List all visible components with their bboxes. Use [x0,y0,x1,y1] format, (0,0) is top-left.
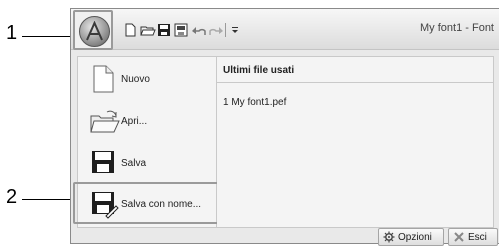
close-icon [454,232,464,242]
callout-line-1 [22,36,74,37]
save-as-icon[interactable] [174,23,188,37]
options-button-label: Opzioni [398,231,432,243]
callout-number-1: 1 [6,22,18,44]
callout-line-2 [22,199,74,200]
quick-access-toolbar [123,22,239,38]
save-disk-icon [89,148,117,178]
window-title: My font1 - Font [420,22,494,34]
customize-toolbar-dropdown-icon[interactable] [231,23,239,37]
redo-icon[interactable] [208,23,223,37]
save-icon[interactable] [157,23,171,37]
recent-files-panel: Ultimi file usati 1 My font1.pef [217,56,494,228]
open-folder-icon [89,106,120,136]
new-file-icon[interactable] [123,23,137,37]
undo-icon[interactable] [191,23,206,37]
menu-item-save[interactable]: Salva [77,144,215,182]
title-bar: My font1 - Font [71,9,499,50]
exit-button-label: Esci [468,231,487,243]
callout-number-2: 2 [6,186,18,208]
menu-item-open-label: Apri... [121,116,148,127]
menu-item-new[interactable]: Nuovo [77,60,215,98]
recent-files-header: Ultimi file usati [217,57,493,83]
app-window: My font1 - Font Nuovo Apri... Salva Salv… [70,8,499,246]
menu-item-save-as[interactable]: Salva con nome... [77,185,215,223]
exit-button[interactable]: Esci [448,228,498,246]
font-logo-icon [86,21,103,41]
application-button-frame [73,10,113,50]
menu-item-new-label: Nuovo [121,74,150,85]
menu-item-save-as-label: Salva con nome... [121,199,202,210]
options-button[interactable]: Opzioni [378,228,444,246]
open-folder-icon[interactable] [140,23,156,37]
menu-item-open[interactable]: Apri... [77,102,215,140]
menu-item-save-label: Salva [121,158,147,169]
qat-separator [225,23,228,37]
application-menu: Nuovo Apri... Salva Salva con nome... Ul… [71,52,499,246]
gear-icon [383,231,395,243]
application-button[interactable] [79,16,110,47]
new-document-icon [89,64,117,94]
save-as-disk-icon [89,189,119,219]
menu-bottom-bar: Opzioni Esci [71,228,499,246]
recent-file-item[interactable]: 1 My font1.pef [223,97,286,108]
